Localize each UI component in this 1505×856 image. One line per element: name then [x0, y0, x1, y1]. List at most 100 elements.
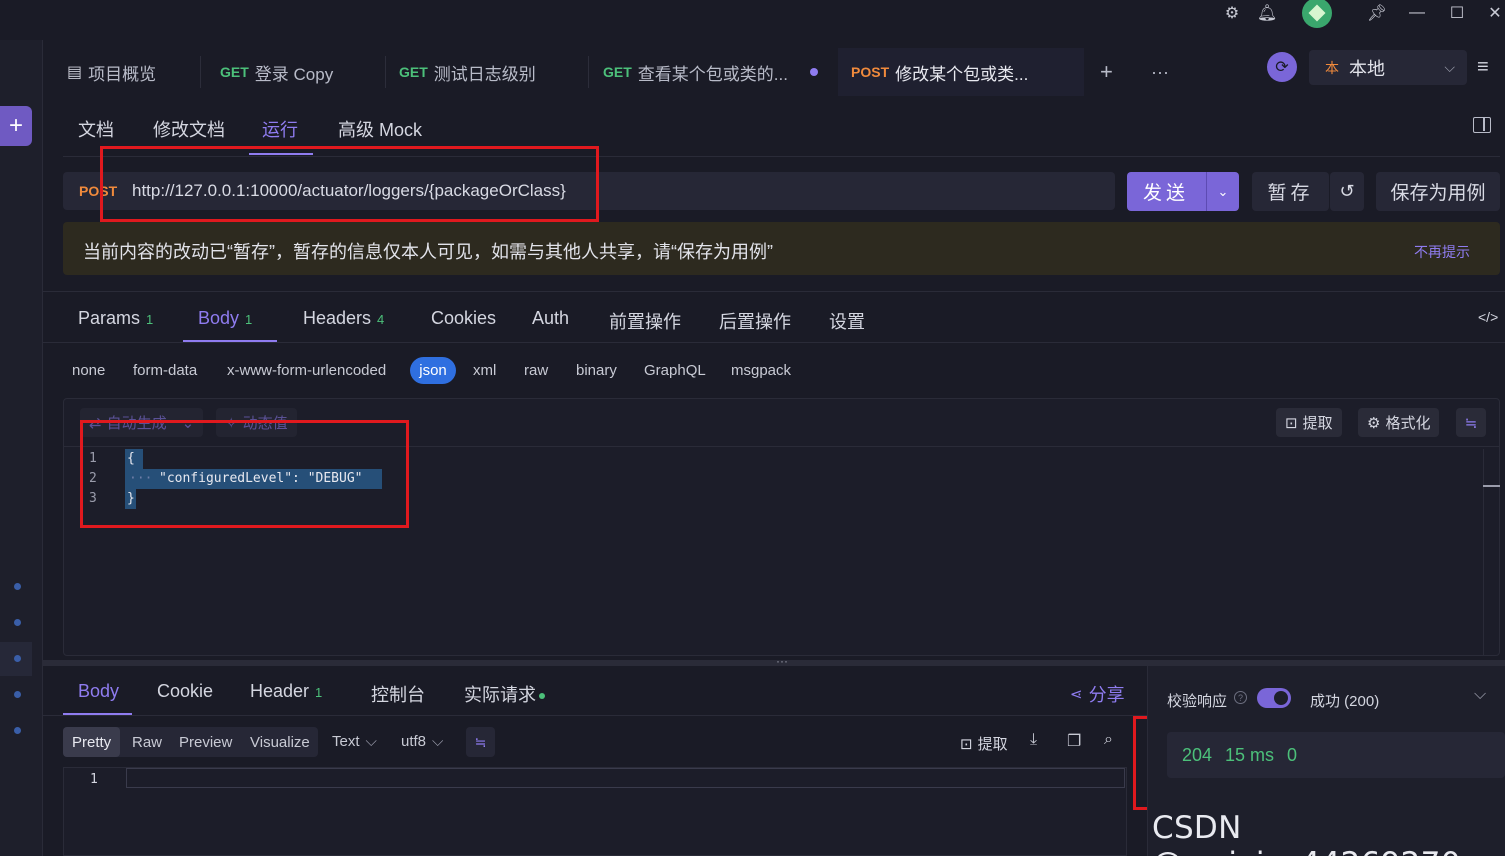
encoding-select[interactable]: utf8 ⌵ — [401, 733, 443, 750]
bodytype-xml[interactable]: xml — [473, 362, 496, 379]
active-line — [126, 768, 1125, 788]
subnav-advanced-mock[interactable]: 高级 Mock — [338, 116, 422, 142]
bodytype-urlencoded[interactable]: x-www-form-urlencoded — [227, 362, 386, 379]
rail-dot-icon[interactable] — [14, 727, 21, 734]
menu-icon[interactable]: ≡ — [1477, 56, 1489, 79]
editor-scrollbar[interactable] — [1483, 449, 1484, 655]
tab-params[interactable]: Params 1 — [78, 308, 153, 329]
maximize-icon[interactable]: ☐ — [1446, 2, 1468, 24]
bodytype-binary[interactable]: binary — [576, 362, 617, 379]
wrap-icon[interactable]: ≒ — [1456, 408, 1486, 437]
rail-dot-icon[interactable] — [14, 655, 21, 662]
scrollbar-thumb[interactable] — [1483, 485, 1500, 487]
drag-handle-icon[interactable]: ··· — [776, 654, 788, 668]
rail-dot-icon[interactable] — [14, 583, 21, 590]
bodytype-msgpack[interactable]: msgpack — [731, 362, 791, 379]
validation-result[interactable]: 成功 (200) — [1310, 690, 1379, 711]
tab-cookies[interactable]: Cookies — [431, 308, 496, 329]
bodytype-form-data[interactable]: form-data — [133, 362, 197, 379]
extract-button[interactable]: ⊡ 提取 — [1276, 408, 1342, 437]
copy-icon[interactable]: ❐ — [1067, 731, 1081, 751]
status-dot-icon — [539, 693, 545, 700]
subnav-docs[interactable]: 文档 — [78, 116, 114, 142]
environment-select[interactable]: 本 本地 ⌵ — [1309, 50, 1467, 85]
dismiss-notice-link[interactable]: 不再提示 — [1414, 242, 1470, 262]
minimize-icon[interactable]: — — [1406, 2, 1428, 24]
validate-response-label: 校验响应 — [1167, 693, 1228, 710]
send-button[interactable]: 发送 ⌄ — [1127, 172, 1239, 211]
resp-tab-body[interactable]: Body — [78, 681, 119, 702]
extract-icon: ⊡ — [960, 735, 973, 753]
rail-dot-icon[interactable] — [14, 691, 21, 698]
add-icon[interactable]: + — [0, 106, 32, 146]
settings-icon[interactable]: ⚙ — [1221, 2, 1243, 24]
extract-icon: ⊡ — [1285, 414, 1298, 432]
bodytype-graphql[interactable]: GraphQL — [644, 362, 706, 379]
response-editor[interactable]: 1 — [63, 767, 1127, 856]
annotation-box-body — [80, 420, 409, 528]
tab-post-ops[interactable]: 后置操作 — [719, 308, 791, 334]
tab-auth[interactable]: Auth — [532, 308, 569, 329]
tab-view-package-class[interactable]: GET 查看某个包或类的... — [603, 48, 818, 96]
format-pretty[interactable]: Pretty — [63, 727, 121, 757]
tab-test-log-level[interactable]: GET 测试日志级别 — [399, 48, 536, 96]
tab-modify-package-class[interactable]: POST 修改某个包或类... — [851, 48, 1028, 96]
rail-dot-icon[interactable] — [14, 619, 21, 626]
search-icon[interactable]: ⌕ — [1104, 731, 1113, 749]
send-dropdown-icon[interactable]: ⌄ — [1206, 172, 1239, 211]
validate-toggle[interactable] — [1257, 688, 1291, 708]
wrap-icon[interactable]: ≒ — [466, 727, 495, 757]
resp-tab-header[interactable]: Header 1 — [250, 681, 322, 702]
resp-tab-actual-request[interactable]: 实际请求 — [464, 681, 545, 707]
text-type-select[interactable]: Text ⌵ — [332, 733, 377, 750]
tab-project-overview[interactable]: ▤ 项目概览 — [67, 48, 156, 96]
resp-tab-console[interactable]: 控制台 — [371, 681, 425, 707]
tab-headers[interactable]: Headers 4 — [303, 308, 384, 329]
chevron-down-icon: ⌵ — [1444, 59, 1455, 75]
left-rail — [0, 40, 43, 856]
tab-login-copy[interactable]: GET 登录 Copy — [220, 48, 333, 96]
chevron-down-icon[interactable]: ⌵ — [1474, 686, 1486, 704]
format-visualize[interactable]: Visualize — [250, 727, 310, 757]
share-icon: ⋖ — [1070, 686, 1083, 703]
watermark: CSDN @weixin_44269270 — [1152, 810, 1460, 856]
share-button[interactable]: ⋖ 分享 — [1070, 681, 1125, 707]
bodytype-json[interactable]: json — [410, 357, 456, 384]
resp-tab-cookie[interactable]: Cookie — [157, 681, 213, 702]
subnav-run[interactable]: 运行 — [262, 116, 298, 142]
notice-banner: 当前内容的改动已“暂存”，暂存的信息仅本人可见，如需与其他人共享，请“保存为用例… — [63, 222, 1500, 275]
chevron-down-icon: ⌵ — [432, 733, 444, 750]
save-as-case-button[interactable]: 保存为用例 — [1376, 172, 1500, 211]
format-button[interactable]: ⚙ 格式化 — [1358, 408, 1440, 437]
response-extract-button[interactable]: ⊡ 提取 — [960, 733, 1008, 754]
reset-icon[interactable]: ↺ — [1330, 172, 1364, 211]
chevron-down-icon: ⌵ — [365, 733, 377, 750]
pin-icon[interactable]: 📌︎ — [1366, 2, 1388, 24]
title-bar: ⚙ 🔔︎ 📌︎ — ☐ ✕ — [0, 0, 1505, 40]
help-icon[interactable]: ? — [1234, 691, 1247, 704]
more-tabs-icon[interactable]: ··· — [1151, 48, 1169, 96]
new-tab-icon[interactable]: + — [1100, 48, 1113, 96]
subnav-edit-docs[interactable]: 修改文档 — [153, 116, 225, 142]
response-stats: 204 15 ms 0 — [1167, 732, 1505, 778]
format-icon: ⚙ — [1367, 414, 1381, 432]
close-icon[interactable]: ✕ — [1484, 2, 1505, 24]
code-view-icon[interactable]: </> — [1478, 309, 1498, 325]
format-preview[interactable]: Preview — [179, 727, 232, 757]
bell-icon[interactable]: 🔔︎ — [1256, 2, 1278, 24]
response-time: 15 ms — [1225, 745, 1275, 765]
layout-toggle-icon[interactable] — [1473, 117, 1491, 133]
tab-body[interactable]: Body 1 — [198, 308, 252, 329]
app-logo — [1302, 0, 1332, 28]
unsaved-dot-icon — [809, 68, 818, 76]
tab-pre-ops[interactable]: 前置操作 — [609, 308, 681, 334]
sync-icon[interactable]: ⟳ — [1267, 52, 1297, 82]
response-format-group: Pretty Raw Preview Visualize — [63, 727, 318, 757]
temp-save-button[interactable]: 暂存 — [1252, 172, 1329, 211]
bodytype-none[interactable]: none — [72, 362, 105, 379]
bodytype-raw[interactable]: raw — [524, 362, 548, 379]
tab-settings[interactable]: 设置 — [829, 308, 865, 334]
format-raw[interactable]: Raw — [132, 727, 162, 757]
status-code: 204 — [1182, 745, 1213, 765]
download-icon[interactable]: ⤓ — [1030, 731, 1037, 749]
